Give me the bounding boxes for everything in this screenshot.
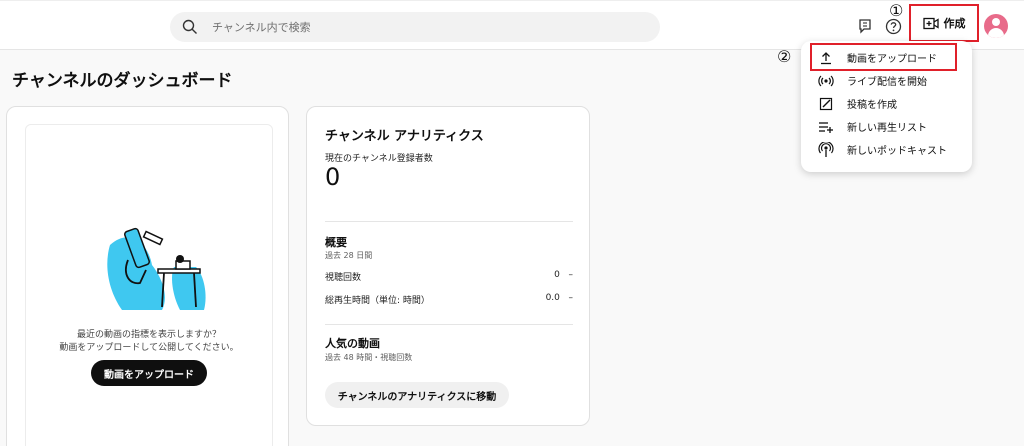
- metric-value: 0.0 –: [545, 293, 573, 303]
- live-icon: [818, 73, 834, 89]
- step-marker-1: ①: [889, 1, 904, 20]
- search-input[interactable]: [212, 20, 612, 34]
- podcast-icon: [818, 141, 834, 158]
- menu-item-label: 新しいポッドキャスト: [847, 146, 947, 157]
- create-button-label: 作成: [943, 17, 966, 30]
- create-menu: 動画をアップロード ライブ配信を開始 投稿を作成 新しい再生リスト 新しいポッド…: [801, 41, 972, 172]
- menu-item-new-podcast[interactable]: 新しいポッドキャスト: [801, 138, 972, 161]
- empty-state-line2: 動画をアップロードして公開してください。: [59, 343, 239, 353]
- metric-label: 総再生時間（単位: 時間）: [325, 296, 430, 306]
- menu-item-label: 投稿を作成: [847, 100, 897, 111]
- menu-item-label: 動画をアップロード: [847, 54, 937, 65]
- video-add-icon: [922, 17, 939, 29]
- metric-label: 視聴回数: [325, 273, 362, 283]
- analytics-card: チャンネル アナリティクス 現在のチャンネル登録者数 0 概要 過去 28 日間…: [306, 106, 590, 426]
- avatar[interactable]: [984, 14, 1008, 38]
- popular-videos-title: 人気の動画: [325, 337, 380, 350]
- upload-icon: [818, 50, 834, 66]
- playlist-add-icon: [818, 119, 834, 135]
- subscribers-label: 現在のチャンネル登録者数: [325, 154, 433, 164]
- summary-period: 過去 28 日間: [325, 251, 373, 260]
- create-button[interactable]: 作成: [909, 4, 979, 42]
- step-marker-2: ②: [777, 47, 792, 66]
- empty-state-line1: 最近の動画の指標を表示しますか？: [76, 330, 221, 340]
- menu-item-label: 新しい再生リスト: [847, 123, 927, 134]
- search-box[interactable]: [170, 12, 660, 42]
- menu-item-create-post[interactable]: 投稿を作成: [801, 92, 972, 115]
- page-title: チャンネルのダッシュボード: [12, 71, 233, 91]
- metric-row-views: 視聴回数 0 –: [325, 270, 573, 283]
- subscribers-value: 0: [325, 163, 341, 191]
- upload-card: 最近の動画の指標を表示しますか？ 動画をアップロードして公開してください。 動画…: [6, 106, 289, 446]
- upload-card-inner: 最近の動画の指標を表示しますか？ 動画をアップロードして公開してください。 動画…: [25, 124, 273, 446]
- menu-item-go-live[interactable]: ライブ配信を開始: [801, 69, 972, 92]
- divider: [325, 324, 573, 325]
- goto-analytics-button[interactable]: チャンネルのアナリティクスに移動: [325, 382, 509, 408]
- metric-row-watch-time: 総再生時間（単位: 時間） 0.0 –: [325, 293, 573, 306]
- divider: [325, 221, 573, 222]
- feedback-icon[interactable]: [855, 16, 875, 36]
- menu-item-label: ライブ配信を開始: [847, 77, 927, 88]
- summary-title: 概要: [325, 236, 347, 249]
- upload-video-button[interactable]: 動画をアップロード: [91, 360, 207, 386]
- search-icon: [182, 19, 197, 34]
- analytics-title: チャンネル アナリティクス: [325, 129, 484, 144]
- menu-item-new-playlist[interactable]: 新しい再生リスト: [801, 115, 972, 138]
- edit-icon: [818, 96, 834, 112]
- popular-videos-period: 過去 48 時間・視聴回数: [325, 353, 413, 362]
- microscope-illustration: [107, 227, 206, 310]
- menu-item-upload-video[interactable]: 動画をアップロード: [801, 46, 972, 69]
- metric-value: 0 –: [554, 270, 573, 280]
